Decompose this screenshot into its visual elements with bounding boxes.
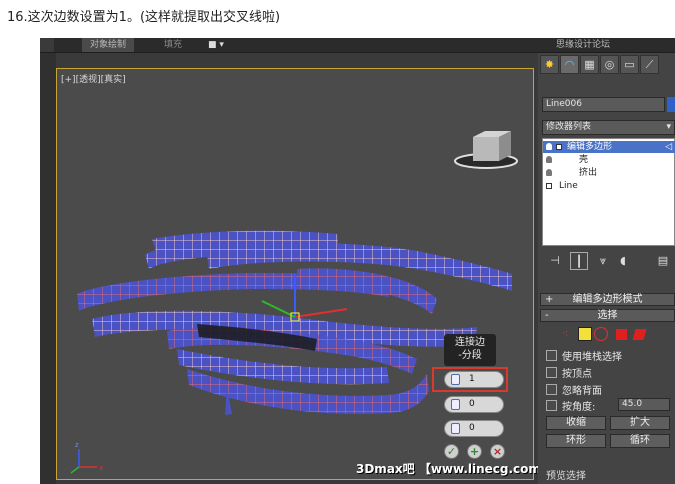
make-unique-icon[interactable]: ⩔ bbox=[594, 252, 612, 270]
slide-spinner[interactable]: 0 bbox=[444, 420, 504, 437]
ignore-backfacing-checkbox[interactable]: 忽略背面 bbox=[546, 384, 602, 398]
shrink-button[interactable]: 收缩 bbox=[546, 416, 606, 430]
rollout-minus-icon: - bbox=[545, 310, 549, 321]
stack-item-label: 编辑多边形 bbox=[567, 142, 613, 152]
modify-tab-icon[interactable]: ◠ bbox=[560, 55, 579, 74]
by-angle-checkbox[interactable]: 按角度: bbox=[546, 400, 595, 414]
edge-icon[interactable] bbox=[578, 327, 592, 341]
rollout-plus-icon: + bbox=[545, 294, 554, 305]
element-icon[interactable] bbox=[632, 329, 647, 340]
stack-item-edit-poly[interactable]: 编辑多边形 ◁ bbox=[543, 141, 675, 153]
pinch-icon bbox=[451, 399, 460, 410]
object-color-swatch[interactable] bbox=[667, 97, 675, 112]
pinch-spinner[interactable]: 0 bbox=[444, 396, 504, 413]
x-icon[interactable]: × bbox=[490, 444, 505, 459]
slide-value[interactable]: 0 bbox=[469, 421, 475, 436]
connect-edges-caddy-title: 连接边 -分段 bbox=[444, 334, 496, 366]
use-stack-selection-checkbox[interactable]: 使用堆栈选择 bbox=[546, 350, 622, 364]
svg-text:z: z bbox=[75, 441, 79, 449]
edit-poly-mode-rollout[interactable]: + 编辑多边形模式 bbox=[540, 293, 675, 306]
stack-item-shell[interactable]: 壳 bbox=[543, 154, 675, 166]
command-panel-tabs: ✸ ◠ ▦ ◎ ▭ ⟋ bbox=[540, 55, 675, 75]
perspective-viewport[interactable]: x z [+][透视][真实] bbox=[56, 68, 534, 480]
configure-sets-icon[interactable]: ▤ bbox=[654, 252, 672, 270]
lightbulb-icon[interactable] bbox=[546, 169, 552, 176]
rollout-title: 编辑多边形模式 bbox=[572, 294, 643, 305]
left-toolbar bbox=[40, 53, 56, 484]
axis-tripod-icon: x z bbox=[70, 441, 103, 474]
utilities-tab-icon[interactable]: ⟋ bbox=[640, 55, 659, 74]
stack-item-extrude[interactable]: 挤出 bbox=[543, 167, 675, 179]
dropdown-icon[interactable]: ■ ▾ bbox=[208, 38, 224, 52]
caddy-title-line1: 连接边 bbox=[455, 337, 485, 348]
border-icon[interactable] bbox=[594, 327, 608, 341]
subobject-selector: ⁖ bbox=[562, 327, 672, 341]
show-end-result-icon[interactable]: ┃ bbox=[570, 252, 588, 270]
max-window: 对象绘制 填充 ■ ▾ 思缘设计论坛 x z [+][透视][真实] 连接边 -… bbox=[40, 38, 675, 484]
check-icon[interactable]: ✓ bbox=[444, 444, 459, 459]
ring-button[interactable]: 环形 bbox=[546, 434, 606, 448]
modifier-list-label: 修改器列表 bbox=[546, 122, 592, 132]
lightbulb-icon[interactable] bbox=[546, 143, 552, 150]
ribbon-edge bbox=[40, 38, 54, 52]
ribbon-bar: 对象绘制 填充 ■ ▾ 思缘设计论坛 bbox=[40, 38, 675, 53]
caddy-title-line2: -分段 bbox=[458, 350, 482, 361]
stack-item-line[interactable]: Line bbox=[543, 180, 675, 192]
motion-tab-icon[interactable]: ◎ bbox=[600, 55, 619, 74]
forum-label: 思缘设计论坛 bbox=[556, 40, 611, 50]
slide-icon bbox=[451, 423, 460, 434]
polygon-icon[interactable] bbox=[616, 329, 627, 340]
lightbulb-icon[interactable] bbox=[546, 156, 552, 163]
stack-item-label: 挤出 bbox=[579, 168, 598, 178]
expand-box-icon[interactable] bbox=[546, 183, 552, 189]
chevron-down-icon: ▾ bbox=[666, 122, 671, 132]
remove-modifier-icon[interactable]: ◖ bbox=[614, 252, 632, 270]
modifier-stack[interactable]: 编辑多边形 ◁ 壳 挤出 Line bbox=[542, 138, 675, 246]
plus-icon[interactable]: + bbox=[467, 444, 482, 459]
loop-button[interactable]: 循环 bbox=[610, 434, 670, 448]
pin-icon: ◁ bbox=[665, 142, 672, 152]
display-tab-icon[interactable]: ▭ bbox=[620, 55, 639, 74]
pin-stack-icon[interactable]: ⊣ bbox=[546, 252, 564, 270]
grow-button[interactable]: 扩大 bbox=[610, 416, 670, 430]
by-vertex-checkbox[interactable]: 按顶点 bbox=[546, 367, 592, 381]
mesh-scene: x z bbox=[70, 131, 518, 474]
expand-box-icon[interactable] bbox=[556, 144, 562, 150]
segments-highlight-box bbox=[432, 367, 508, 392]
modifier-list-dropdown[interactable]: 修改器列表 ▾ bbox=[542, 120, 675, 135]
viewport-label[interactable]: [+][透视][真实] bbox=[61, 72, 126, 85]
tab-populate[interactable]: 填充 bbox=[164, 38, 182, 52]
pinch-value[interactable]: 0 bbox=[469, 397, 475, 412]
stack-tools-row: ⊣ ┃ ⩔ ◖ ▤ bbox=[542, 251, 675, 273]
tutorial-caption: 16.这次边数设置为1。(这样就提取出交叉线啦) bbox=[7, 10, 281, 25]
stack-item-label: 壳 bbox=[579, 155, 589, 165]
stack-item-label: Line bbox=[559, 181, 578, 191]
vertex-icon[interactable]: ⁖ bbox=[562, 327, 576, 341]
tab-object-paint[interactable]: 对象绘制 bbox=[82, 38, 135, 52]
preview-selection-label: 预览选择 bbox=[546, 471, 586, 482]
selection-rollout[interactable]: - 选择 bbox=[540, 309, 675, 322]
angle-field[interactable]: 45.0 bbox=[618, 398, 670, 411]
create-tab-icon[interactable]: ✸ bbox=[540, 55, 559, 74]
svg-text:x: x bbox=[99, 464, 103, 472]
hierarchy-tab-icon[interactable]: ▦ bbox=[580, 55, 599, 74]
viewcube-icon[interactable] bbox=[454, 131, 518, 169]
rollout-title: 选择 bbox=[597, 310, 618, 321]
command-panel: ✸ ◠ ▦ ◎ ▭ ⟋ Line006 修改器列表 ▾ 编辑多边形 ◁ 壳 挤出… bbox=[538, 53, 675, 484]
object-name-field[interactable]: Line006 bbox=[542, 97, 665, 112]
